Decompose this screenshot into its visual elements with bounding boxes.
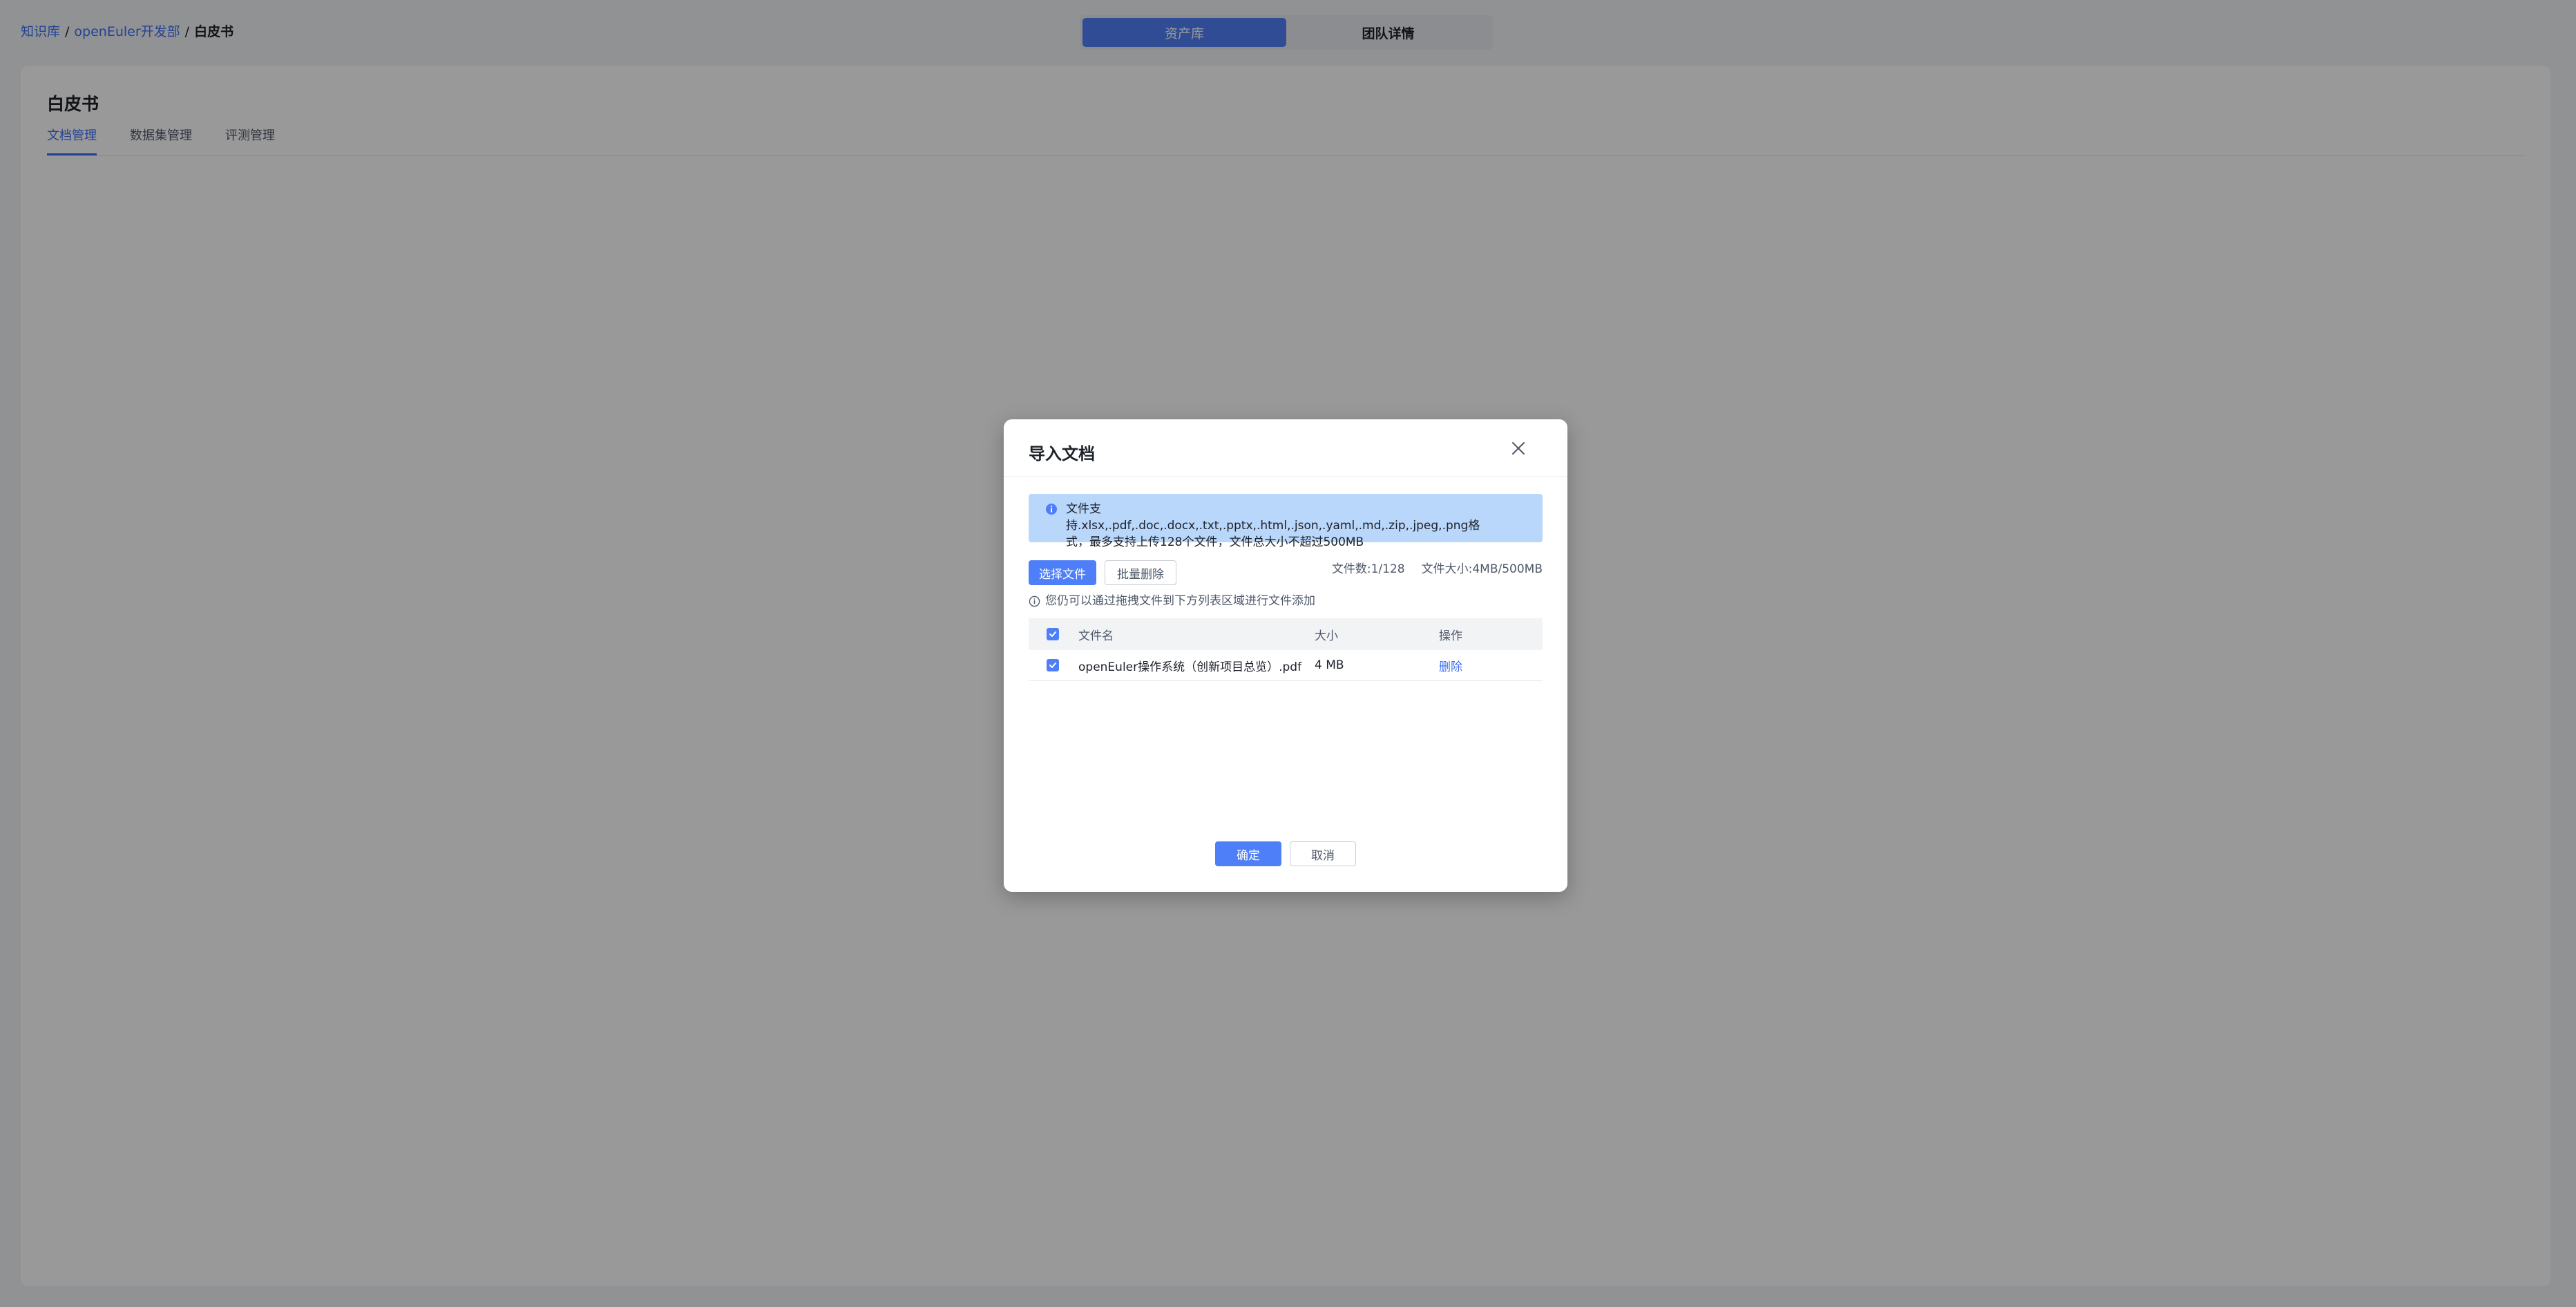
import-document-dialog: 导入文档 文件支持.xlsx,.pdf,.doc,.docx,.txt,.ppt… [1004,419,1567,892]
file-count: 文件数:1/128 [1331,562,1405,576]
drag-hint: 您仍可以通过拖拽文件到下方列表区域进行文件添加 [1029,592,1315,610]
drag-hint-text: 您仍可以通过拖拽文件到下方列表区域进行文件添加 [1045,594,1315,608]
dialog-header-divider [1004,476,1567,477]
info-icon [1046,504,1057,515]
check-icon [1049,662,1056,668]
check-icon [1049,631,1056,637]
file-name: openEuler操作系统（创新项目总览）.pdf [1078,660,1302,674]
close-icon[interactable] [1509,439,1527,457]
info-outline-icon [1029,595,1040,607]
row-checkbox[interactable] [1047,659,1059,671]
delete-file-link[interactable]: 删除 [1439,657,1462,674]
table-row: openEuler操作系统（创新项目总览）.pdf 4 MB 删除 [1029,650,1543,681]
batch-delete-button[interactable]: 批量删除 [1105,560,1176,585]
select-file-button[interactable]: 选择文件 [1029,560,1096,585]
select-all-checkbox[interactable] [1047,628,1059,640]
info-alert: 文件支持.xlsx,.pdf,.doc,.docx,.txt,.pptx,.ht… [1029,494,1543,549]
file-size-total: 文件大小:4MB/500MB [1421,562,1543,576]
file-table: 文件名 大小 操作 openEuler操作系统（创新项目总览）.pdf 4 MB… [1029,618,1543,681]
dialog-title: 导入文档 [1029,444,1095,464]
info-text: 文件支持.xlsx,.pdf,.doc,.docx,.txt,.pptx,.ht… [1066,502,1480,549]
cancel-button[interactable]: 取消 [1290,841,1356,866]
header-operation: 操作 [1439,629,1462,643]
table-header: 文件名 大小 操作 [1029,618,1543,650]
confirm-button[interactable]: 确定 [1215,841,1281,866]
file-size: 4 MB [1315,658,1344,672]
header-file-name: 文件名 [1078,629,1114,643]
file-stats: 文件数:1/128 文件大小:4MB/500MB [1332,560,1543,579]
header-size: 大小 [1315,629,1338,643]
